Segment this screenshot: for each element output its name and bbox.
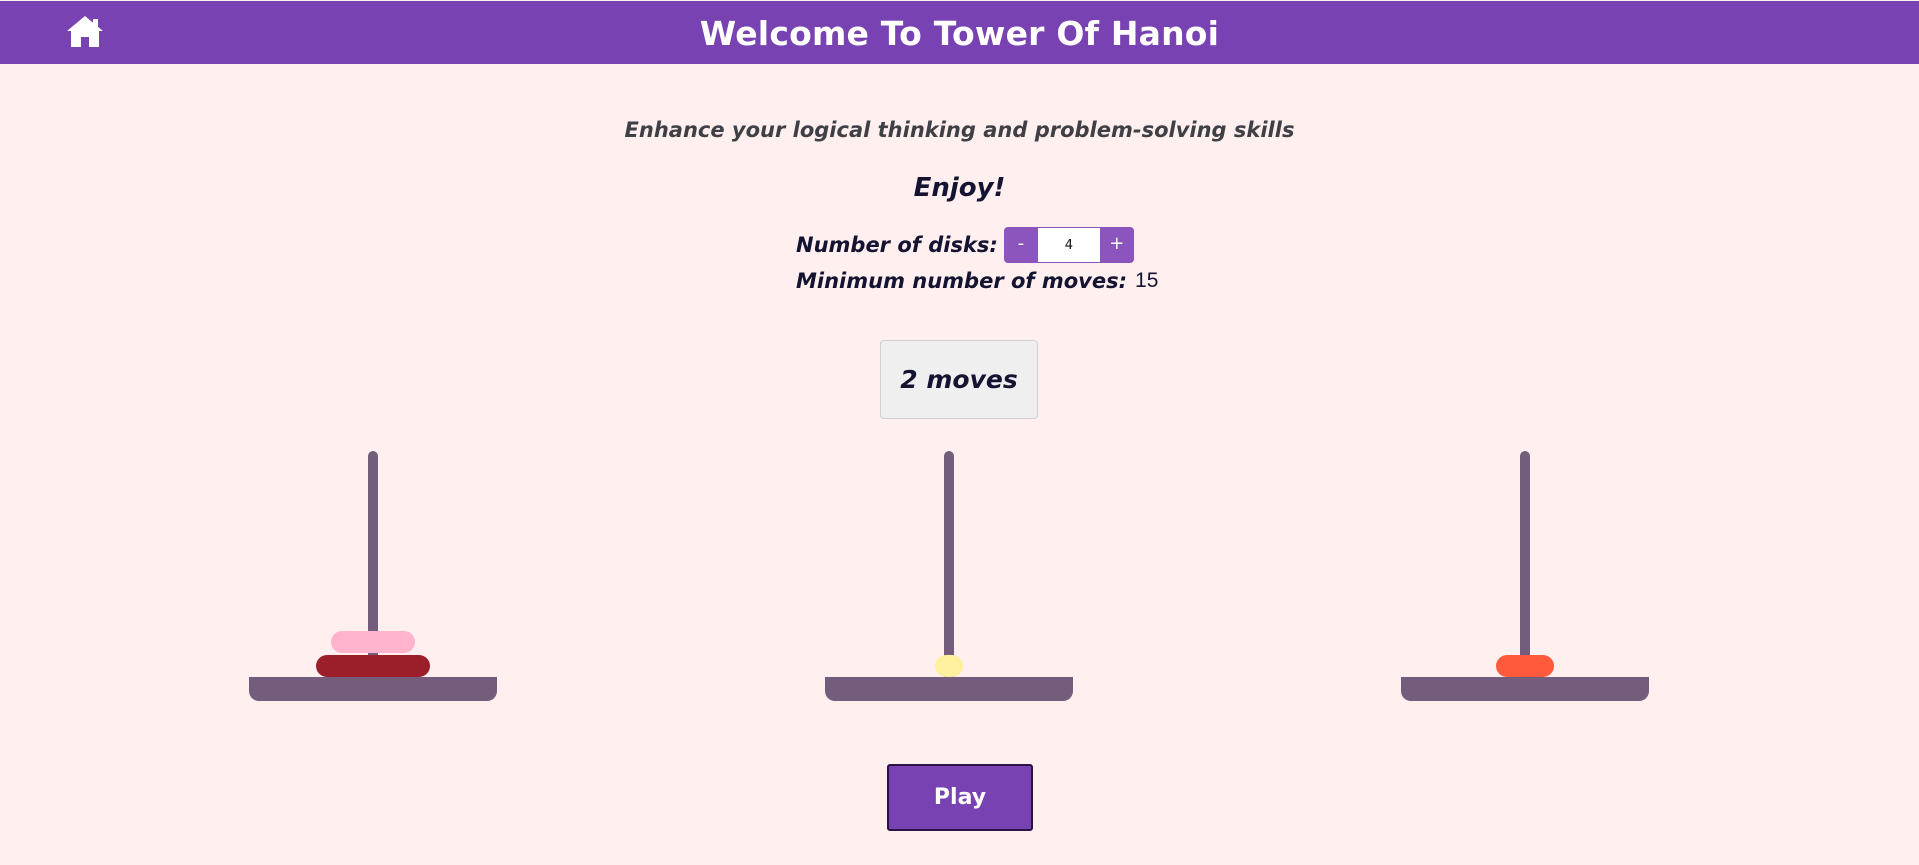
min-moves-row: Minimum number of moves: 15 <box>796 266 1158 296</box>
min-moves-label: Minimum number of moves: <box>796 269 1128 293</box>
disk-count-input[interactable] <box>1037 227 1100 263</box>
subtitle: Enhance your logical thinking and proble… <box>624 118 1295 142</box>
disk-size-2[interactable] <box>1496 655 1554 677</box>
tower-base <box>825 677 1073 701</box>
tower-base <box>1401 677 1649 701</box>
tower-1[interactable] <box>249 451 497 701</box>
tower-rod <box>944 451 954 677</box>
header-bar: Welcome To Tower Of Hanoi <box>0 1 1919 64</box>
tower-base <box>249 677 497 701</box>
tower-3[interactable] <box>1401 451 1649 701</box>
decrease-disks-button[interactable]: - <box>1003 227 1038 263</box>
page-title: Welcome To Tower Of Hanoi <box>699 14 1220 53</box>
disk-count-row: Number of disks: - + <box>796 227 1134 263</box>
disk-size-1[interactable] <box>935 655 963 677</box>
play-button[interactable]: Play <box>887 764 1033 831</box>
disk-size-3[interactable] <box>331 631 415 653</box>
enjoy-text: Enjoy! <box>913 173 1006 203</box>
tower-2[interactable] <box>825 451 1073 701</box>
min-moves-value: 15 <box>1135 269 1159 292</box>
move-counter: 2 moves <box>880 340 1038 419</box>
disk-count-label: Number of disks: <box>796 233 998 257</box>
disk-size-4[interactable] <box>316 655 430 677</box>
disk-count-stepper: - + <box>1003 227 1134 263</box>
increase-disks-button[interactable]: + <box>1099 227 1134 263</box>
tower-rod <box>1520 451 1530 677</box>
